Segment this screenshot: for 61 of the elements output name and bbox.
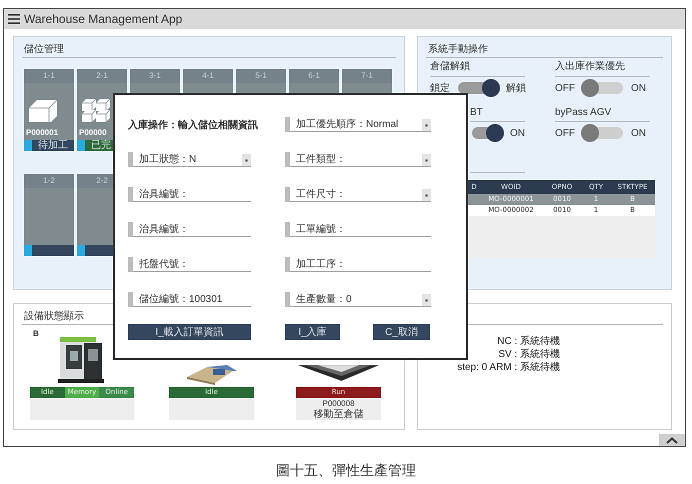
dialog-title: 入庫操作：輸入儲位相關資訊 [128, 118, 258, 132]
tile-label: 7-1 [342, 69, 392, 83]
tile-label: 3-1 [130, 69, 180, 83]
dropdown-field[interactable]: 生產數量：0 [285, 292, 431, 307]
dropdown-field[interactable]: 加工狀態：N [128, 152, 251, 167]
input-field[interactable]: 加工工序： [285, 257, 431, 272]
tile-code: P00000 [79, 128, 107, 137]
toggle-switch[interactable] [581, 124, 625, 142]
indicator-square [24, 245, 32, 256]
dialog-button[interactable]: I_載入訂單資訊 [128, 324, 251, 340]
storage-tile[interactable]: 1-1 P000001 待加工 [24, 69, 74, 151]
status-label: 待加工 [32, 140, 74, 151]
toggle-switch[interactable] [470, 124, 504, 142]
tile-code: P000001 [26, 128, 58, 137]
panel-title: 系統手動操作 [426, 37, 663, 58]
box-icon [28, 98, 58, 122]
dropdown-field[interactable]: 加工優先順序：Normal [285, 117, 431, 132]
dialog-button[interactable]: C_取消 [373, 324, 430, 340]
menu-icon[interactable] [8, 14, 20, 24]
log-line: NC : 系統待機 [496, 335, 560, 348]
on-label: ON [631, 128, 646, 138]
info-text: 移動至倉儲 [312, 409, 364, 420]
tile-label: 6-1 [289, 69, 339, 83]
off-label: OFF [555, 128, 575, 138]
tile-label: 2-1 [77, 69, 127, 83]
scroll-top-button[interactable] [659, 434, 685, 446]
figure-caption: 圖十五、彈性生產管理 [275, 462, 417, 480]
tile-label: 4-1 [183, 69, 233, 83]
log-line: step: 0 ARM : 系統待機 [456, 361, 560, 374]
caret-icon [666, 436, 678, 444]
tile-label: 5-1 [236, 69, 286, 83]
toggle-switch[interactable] [456, 79, 500, 97]
input-field[interactable]: 治具編號： [128, 187, 251, 202]
machine-label: B [33, 329, 39, 338]
input-field[interactable]: 儲位編號：100301 [128, 292, 251, 307]
app-title: Warehouse Management App [24, 12, 182, 26]
off-label: OFF [555, 82, 575, 94]
tile-label: 1-1 [24, 69, 74, 83]
boxes-icon [81, 98, 111, 122]
on-label: ON [510, 128, 525, 138]
toggle-switch[interactable] [581, 79, 625, 97]
on-label: 解鎖 [506, 82, 526, 95]
off-label: 鎖定 [430, 82, 450, 95]
panel-title: 儲位管理 [22, 37, 396, 58]
log-line: SV : 系統待機 [497, 348, 560, 361]
indicator-square [77, 140, 85, 151]
on-label: ON [631, 82, 646, 94]
input-field[interactable]: 治具編號： [128, 222, 251, 237]
toggle-label: BT [470, 107, 525, 122]
info-text: P000008 [321, 398, 356, 408]
indicator-square [77, 245, 85, 256]
input-field[interactable]: 托盤代號： [128, 257, 251, 272]
dropdown-field[interactable]: 工件尺寸： [285, 187, 431, 202]
dialog-button[interactable]: I_入庫 [285, 324, 340, 340]
toggle-label: byPass AGV [555, 107, 650, 122]
toggle-label: 倉儲解鎖 [430, 59, 525, 77]
indicator-square [24, 140, 32, 151]
dropdown-field[interactable]: 工件類型： [285, 152, 431, 167]
toggle-label: 入出庫作業優先 [555, 59, 650, 77]
input-field[interactable]: 工單編號： [285, 222, 431, 237]
tile-label: 1-2 [24, 174, 74, 188]
